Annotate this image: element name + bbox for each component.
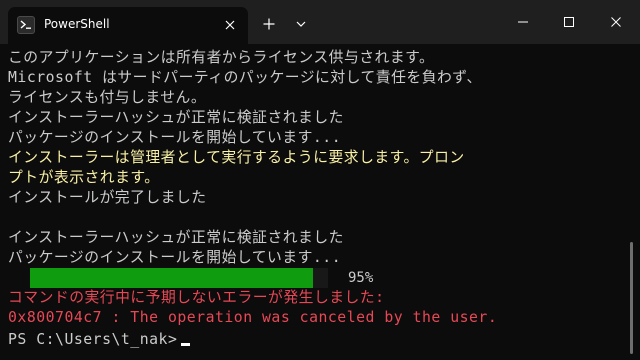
output-line: インストーラーハッシュが正常に検証されました (8, 109, 344, 126)
tab-dropdown-button[interactable] (290, 13, 312, 35)
prompt-line[interactable]: PS C:\Users\t_nak> (8, 330, 608, 350)
progress-fill (30, 268, 314, 288)
error-line: 0x800704c7 : The operation was canceled … (8, 309, 498, 326)
terminal-window: PowerShell このアプリケーションは所有者からライセンス供与されます。 … (0, 0, 640, 360)
warning-line: プトが表示されます。 (8, 169, 160, 186)
scrollbar[interactable] (630, 242, 633, 354)
maximize-button[interactable] (546, 6, 592, 38)
error-line: コマンドの実行中に予期しないエラーが発生しました: (8, 289, 385, 306)
tab-title: PowerShell (44, 17, 110, 31)
output-line: このアプリケーションは所有者からライセンス供与されます。 (8, 49, 435, 66)
progress-percent: 95% (348, 270, 374, 286)
warning-line: インストーラーは管理者として実行するように要求します。プロン (8, 149, 465, 166)
minimize-icon (518, 21, 528, 23)
tab-powershell[interactable]: PowerShell (8, 7, 248, 44)
minimize-button[interactable] (500, 6, 546, 38)
close-tab-button[interactable] (220, 15, 240, 35)
output-line: ライセンスも付与しません。 (8, 89, 207, 106)
output-line: インストーラーハッシュが正常に検証されました (8, 229, 344, 246)
chevron-down-icon (296, 21, 306, 27)
progress-bar (30, 268, 328, 288)
close-icon (225, 20, 235, 30)
close-window-button[interactable] (592, 6, 640, 38)
maximize-icon (564, 17, 574, 27)
prompt: PS C:\Users\t_nak> (8, 331, 178, 348)
title-bar: PowerShell (0, 0, 640, 44)
close-icon (611, 17, 621, 27)
output-line: インストールが完了しました (8, 189, 207, 206)
output-line: Microsoft はサードパーティのパッケージに対して責任を負わず、 (8, 69, 482, 86)
new-tab-button[interactable] (258, 13, 280, 35)
plus-icon (263, 18, 275, 30)
output-line: パッケージのインストールを開始しています... (8, 129, 342, 146)
terminal-output[interactable]: このアプリケーションは所有者からライセンス供与されます。 Microsoft は… (0, 44, 640, 360)
powershell-icon (17, 16, 35, 34)
text-cursor (181, 343, 191, 346)
output-line: パッケージのインストールを開始しています... (8, 249, 342, 266)
